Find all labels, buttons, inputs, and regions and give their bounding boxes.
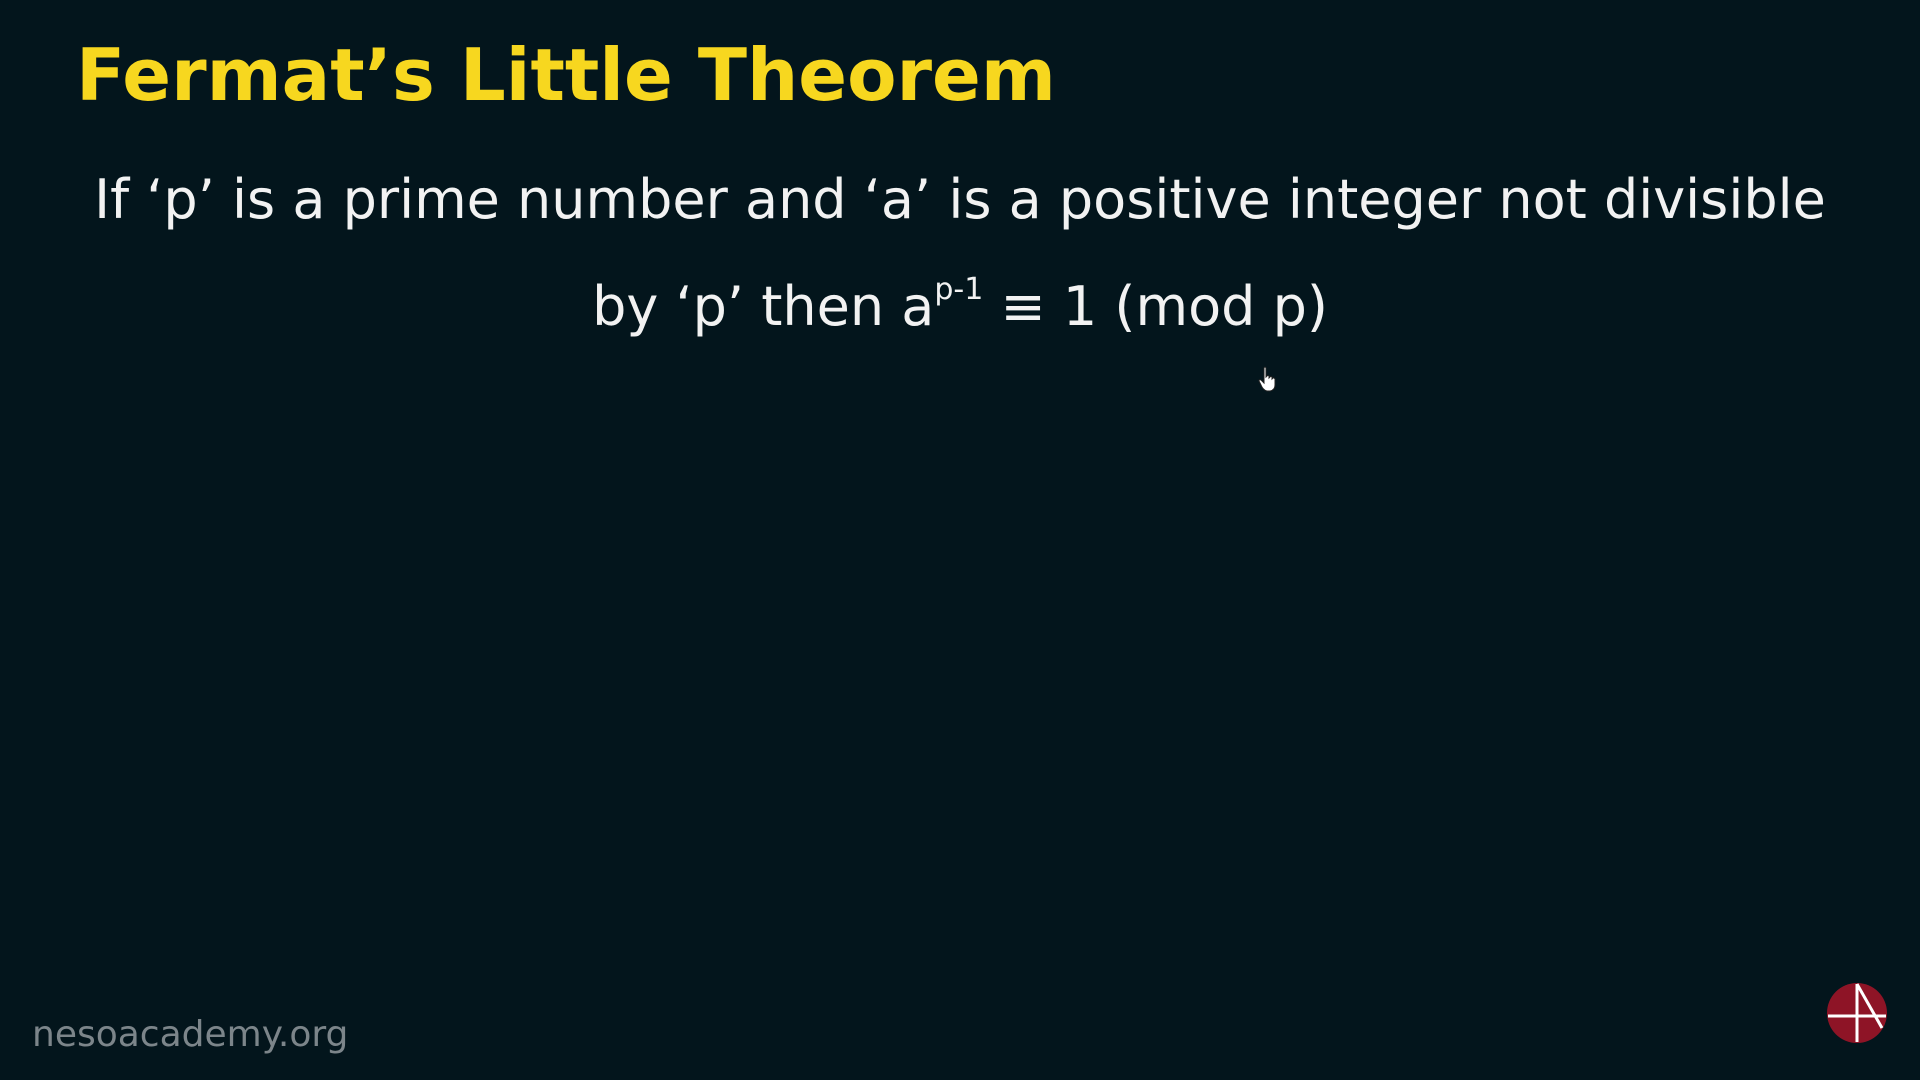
hand-pointer-icon	[1258, 366, 1276, 392]
slide: Fermat’s Little Theorem If ‘p’ is a prim…	[0, 0, 1920, 1080]
statement-suffix: ≡ 1 (mod p)	[983, 275, 1328, 338]
slide-title: Fermat’s Little Theorem	[76, 33, 1056, 117]
theorem-statement-line-1: If ‘p’ is a prime number and ‘a’ is a po…	[94, 168, 1826, 231]
statement-prefix: by ‘p’ then a	[592, 275, 935, 338]
neso-academy-logo-icon	[1827, 983, 1887, 1043]
exponent: p-1	[934, 272, 984, 307]
watermark: nesoacademy.org	[32, 1014, 349, 1055]
theorem-statement-line-2: by ‘p’ then ap-1 ≡ 1 (mod p)	[0, 272, 1920, 338]
